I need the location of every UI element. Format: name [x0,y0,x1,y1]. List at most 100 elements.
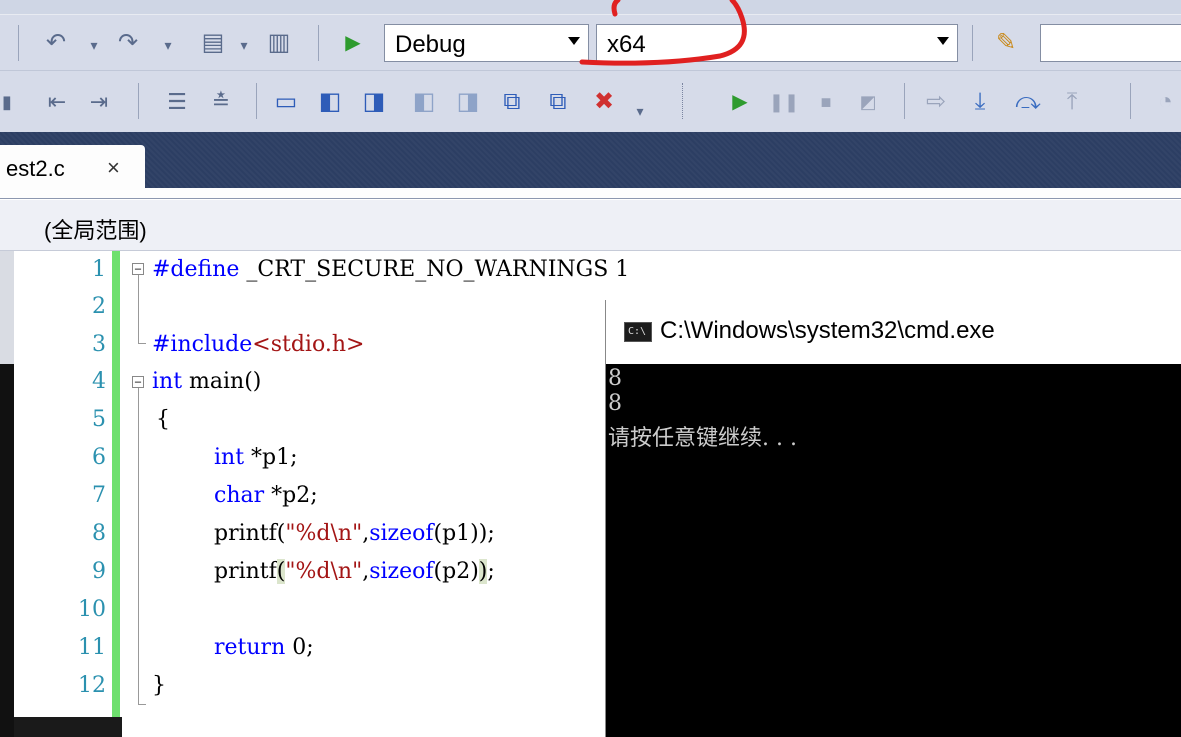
change-tracking-bar [112,251,120,737]
line-number: 2 [92,294,106,319]
navigate-forward-icon[interactable]: ▥ [262,27,296,59]
console-output[interactable]: 8 8 请按任意键继续. . . [606,364,1181,737]
next-bookmark-in-folder-icon[interactable]: ◨ [450,85,486,119]
code-line-12: } [152,673,166,698]
previous-bookmark-icon[interactable]: ◧ [312,85,348,119]
preprocessor-token: #define [152,257,240,282]
redo-dropdown-icon[interactable]: ▾ [160,35,176,55]
code-token: _CRT_SECURE_NO_WARNINGS 1 [239,257,630,282]
code-token: 0; [285,635,314,660]
keyword-token: int [214,445,245,470]
chevron-down-icon[interactable] [568,37,580,45]
start-debugging-icon[interactable]: ▶ [338,29,368,57]
line-number: 10 [78,597,106,622]
toolbar-separator [972,25,973,61]
find-input[interactable] [1040,24,1181,62]
toolbar-separator [1130,83,1131,119]
line-number: 8 [92,521,106,546]
show-next-statement-icon[interactable]: ⇨ [920,87,952,117]
scope-dropdown[interactable]: (全局范围) [44,213,147,245]
keyword-token: int [152,369,183,394]
code-line-5: { [156,407,170,432]
standard-toolbar: ↶ ▾ ↷ ▾ ▤ ▾ ▥ ▶ Debug x64 ✎ [0,14,1181,71]
comment-lines-icon[interactable]: ☰ [160,87,194,117]
code-token: ; [487,559,495,584]
stop-debugging-icon[interactable]: ■ [812,87,840,117]
break-all-icon[interactable]: ❚❚ [769,87,799,117]
console-title-bar[interactable]: C:\ C:\Windows\system32\cmd.exe [606,300,1181,364]
next-bookmark-icon[interactable]: ◨ [356,85,392,119]
code-line-8: printf("%d\n",sizeof(p1)); [214,521,495,546]
console-window-title: C:\Windows\system32\cmd.exe [660,317,995,344]
redo-icon[interactable]: ↷ [112,29,144,57]
navigate-backward-icon[interactable]: ▤ [196,27,230,59]
step-out-icon[interactable]: ⤒ [1052,87,1092,117]
step-into-icon[interactable]: ⤓ [960,87,1000,117]
decrease-indent-icon[interactable]: ⇤ [40,87,74,117]
collapse-region-icon[interactable]: − [132,263,144,275]
tab-strip-underline [0,188,1181,199]
solution-platform-select[interactable]: x64 [596,24,958,62]
solution-configuration-select[interactable]: Debug [384,24,589,62]
code-line-6: int *p1; [214,445,298,470]
undo-icon[interactable]: ↶ [40,29,72,57]
code-token: (p1)); [433,521,495,546]
restart-icon[interactable]: ◩ [854,87,882,117]
chevron-down-icon[interactable] [937,37,949,45]
console-window[interactable]: C:\ C:\Windows\system32\cmd.exe 8 8 请按任意… [605,300,1181,737]
keyword-token: return [214,635,286,660]
previous-bookmark-in-folder-icon[interactable]: ◧ [406,85,442,119]
code-token: (p2) [433,559,479,584]
outline-guide [138,388,139,704]
toolbar-grip[interactable] [682,83,684,119]
code-line-11: return 0; [214,635,314,660]
previous-bookmark-in-document-icon[interactable]: ⧉ [494,85,530,119]
line-number: 7 [92,483,106,508]
console-output-line: 8 [608,391,622,416]
toggle-bookmark-icon[interactable]: ▭ [268,85,304,119]
keyword-token: char [214,483,265,508]
uncomment-lines-icon[interactable]: ≛ [204,87,238,117]
keyword-token: sizeof [369,521,434,546]
find-in-files-icon[interactable]: ✎ [988,27,1024,59]
toolbar-options-icon[interactable]: ▾ [630,101,650,121]
navigation-bar [0,200,1181,251]
background-window-edge [0,364,14,737]
line-number: 12 [78,673,106,698]
step-over-icon[interactable]: ⤼ [1008,87,1048,117]
hexadecimal-display-icon[interactable]: ◔ [1150,87,1181,117]
keyword-token: sizeof [369,559,434,584]
code-line-3: #include<stdio.h> [152,332,364,357]
line-number: 11 [78,635,106,660]
line-number: 4 [92,369,106,394]
toolbar-separator [18,25,19,61]
tab-label: est2.c [6,156,65,181]
navigate-backward-dropdown-icon[interactable]: ▾ [236,35,252,55]
code-line-7: char *p2; [214,483,318,508]
code-token: *p2; [264,483,318,508]
code-line-1: #define _CRT_SECURE_NO_WARNINGS 1 [152,257,629,282]
toolbar-separator [904,83,905,119]
text-editor-toolbar: ▮ ⇤ ⇥ ☰ ≛ ▭ ◧ ◨ ◧ ◨ ⧉ ⧉ ✖ ▾ ▶ ❚❚ ■ ◩ ⇨ ⤓… [0,70,1181,133]
undo-dropdown-icon[interactable]: ▾ [86,35,102,55]
preprocessor-token: #include [152,332,253,357]
close-icon[interactable]: × [107,155,120,181]
next-bookmark-in-document-icon[interactable]: ⧉ [540,85,576,119]
code-line-9: printf("%d\n",sizeof(p2)); [214,559,495,584]
collapse-region-icon[interactable]: − [132,376,144,388]
console-output-line: 8 [608,366,622,391]
code-token: printf [214,559,277,584]
increase-indent-icon[interactable]: ⇥ [82,87,116,117]
string-literal-token: "%d\n" [285,559,363,584]
toolbar-separator [256,83,257,119]
toolbar-partial-icon: ▮ [2,92,12,112]
solution-configuration-value: Debug [395,31,466,58]
line-number: 3 [92,332,106,357]
menu-strip-clipped [0,0,1181,14]
clear-bookmarks-icon[interactable]: ✖ [586,85,622,119]
continue-icon[interactable]: ▶ [726,87,754,117]
outline-guide [138,704,146,705]
line-number-partial [66,711,106,737]
document-tab-strip [0,132,1181,188]
toolbar-separator [138,83,139,119]
